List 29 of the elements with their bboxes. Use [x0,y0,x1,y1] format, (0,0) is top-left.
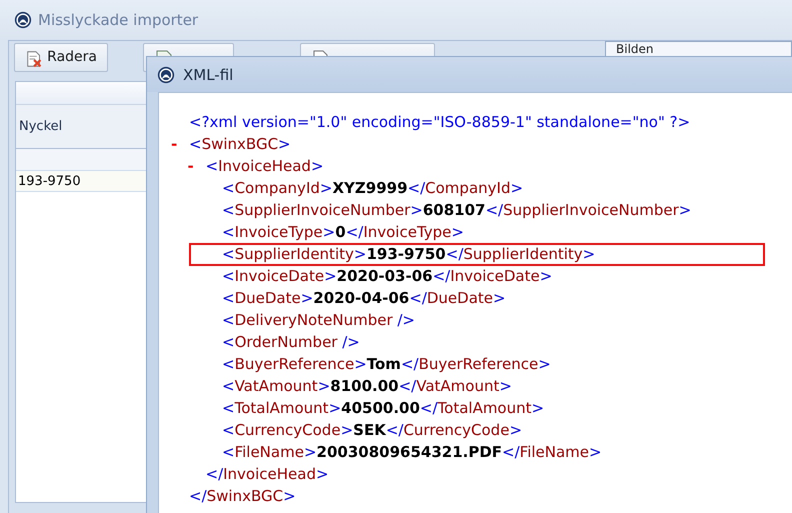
panel-title: Bilden [616,43,655,56]
xml-line: <FileName>20030809654321.PDF</FileName> [222,442,602,462]
filter-row[interactable] [16,149,149,171]
xml-line: <CompanyId>XYZ9999</CompanyId> [222,178,524,198]
xml-line: <VatAmount>8100.00</VatAmount> [222,376,512,396]
document-x-icon [25,49,44,69]
column-header[interactable]: Nyckel [16,105,149,149]
xml-line: <DueDate>2020-04-06</DueDate> [222,288,506,308]
xml-line: <TotalAmount>40500.00</TotalAmount> [222,398,544,418]
xml-line: <CurrencyCode>SEK</CurrencyCode> [222,420,522,440]
window-title: Misslyckade importer [38,11,198,29]
xml-line: <OrderNumber /> [222,332,360,352]
xml-line: <SwinxBGC> [189,134,291,154]
xml-line: </InvoiceHead> [206,464,329,484]
xml-line: <SupplierInvoiceNumber>608107</SupplierInvoiceNumber> [222,200,692,220]
app-logo-icon [157,66,175,84]
xml-line: <DeliveryNoteNumber /> [222,310,415,330]
xml-line: <InvoiceHead> [206,156,324,176]
xml-line: <InvoiceDate>2020-03-06</InvoiceDate> [222,266,552,286]
toolbar-button[interactable]: Radera [14,43,108,72]
collapse-toggle[interactable]: - [171,135,181,153]
xml-line: <BuyerReference>Tom</BuyerReference> [222,354,551,374]
collapse-toggle[interactable]: - [188,157,198,175]
app-logo-icon [14,11,32,29]
xml-line: <InvoiceType>0</InvoiceType> [222,222,464,242]
window-title: XML-fil [183,66,234,84]
table-cell: 193-9750 [16,171,149,192]
xml-line: </SwinxBGC> [189,486,296,506]
xml-declaration: <?xml version="1.0" encoding="ISO-8859-1" standalone="no" ?> [189,112,690,132]
